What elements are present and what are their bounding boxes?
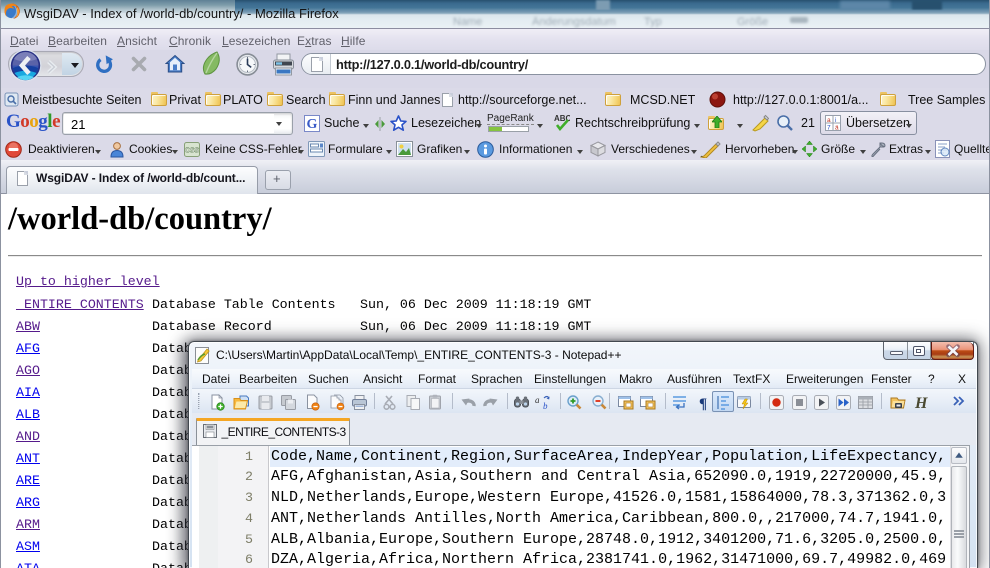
svg-text:H: H xyxy=(914,395,928,411)
svg-text:ä: ä xyxy=(835,125,839,132)
svg-text:i: i xyxy=(835,117,836,124)
svg-text:CSS: CSS xyxy=(185,148,200,155)
svg-text:b: b xyxy=(543,401,548,411)
svg-text:7: 7 xyxy=(827,125,831,132)
svg-text:G: G xyxy=(307,117,318,132)
svg-text:a: a xyxy=(535,395,540,405)
svg-text:¶: ¶ xyxy=(699,396,707,411)
svg-text:a: a xyxy=(827,117,831,124)
